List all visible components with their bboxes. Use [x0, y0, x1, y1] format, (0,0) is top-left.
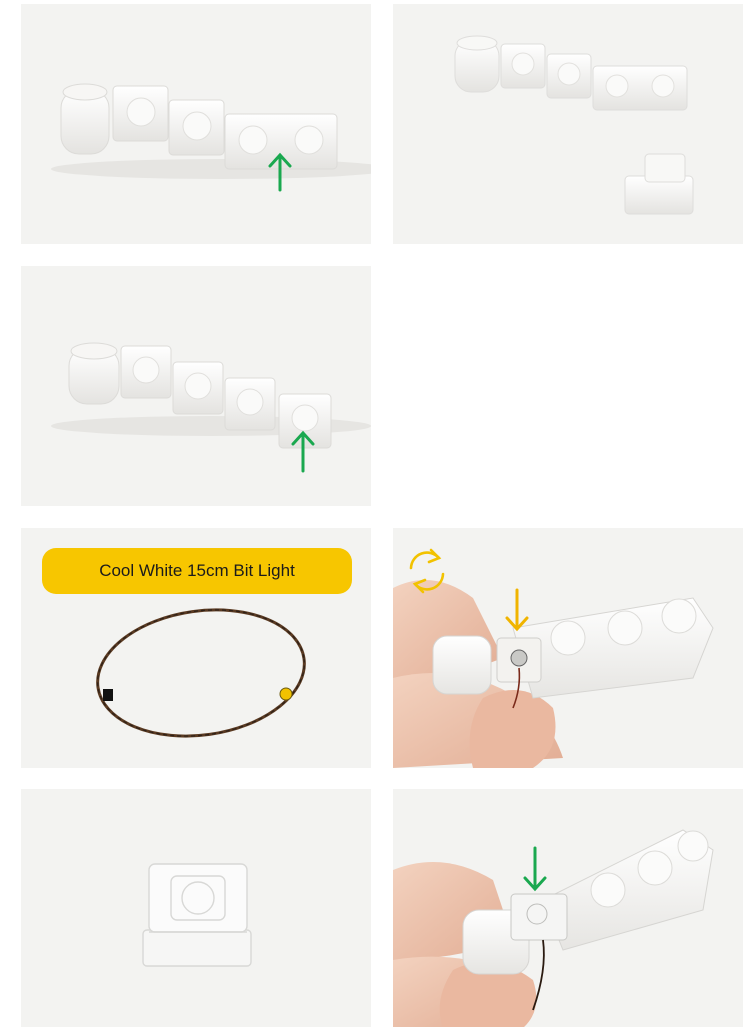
round-brick [454, 35, 500, 93]
brick-row-photo [51, 83, 371, 192]
step-photo-1 [21, 4, 371, 244]
step-photo-5 [393, 528, 743, 768]
plate-1x1 [224, 377, 276, 431]
plate-1x1 [168, 99, 225, 156]
connector-icon [103, 689, 113, 701]
hand-assembly-photo [393, 548, 714, 768]
step-photo-2 [393, 4, 743, 244]
cable [96, 608, 306, 738]
thumb [469, 690, 556, 768]
hand-assembly-photo [393, 829, 714, 1027]
step-photo-7 [393, 789, 743, 1027]
brick-row-photo [51, 342, 371, 473]
plate-1x1 [278, 393, 332, 449]
round-brick [68, 342, 120, 405]
led-icon [279, 687, 293, 701]
plate-1x1 [120, 345, 172, 399]
step-photo-3 [21, 266, 371, 506]
transparent-plate-photo [142, 863, 252, 967]
parts-panel: Cool White 15cm Bit Light [21, 528, 371, 768]
step-photo-6 [21, 789, 371, 1027]
down-arrow-icon [523, 846, 547, 892]
plate-1x1 [546, 53, 592, 99]
plate-1x1 [172, 361, 224, 415]
down-arrow-icon [505, 588, 529, 632]
transparent-plate [142, 863, 252, 967]
up-arrow-icon [291, 430, 315, 473]
plate-1x1 [112, 85, 169, 142]
corner-brick [624, 153, 694, 215]
plate-1x1 [500, 43, 546, 89]
round-brick [60, 83, 110, 155]
brick-row-photo [454, 35, 694, 215]
plate-1x2 [592, 65, 688, 111]
bit-light-cable-photo [96, 608, 306, 738]
